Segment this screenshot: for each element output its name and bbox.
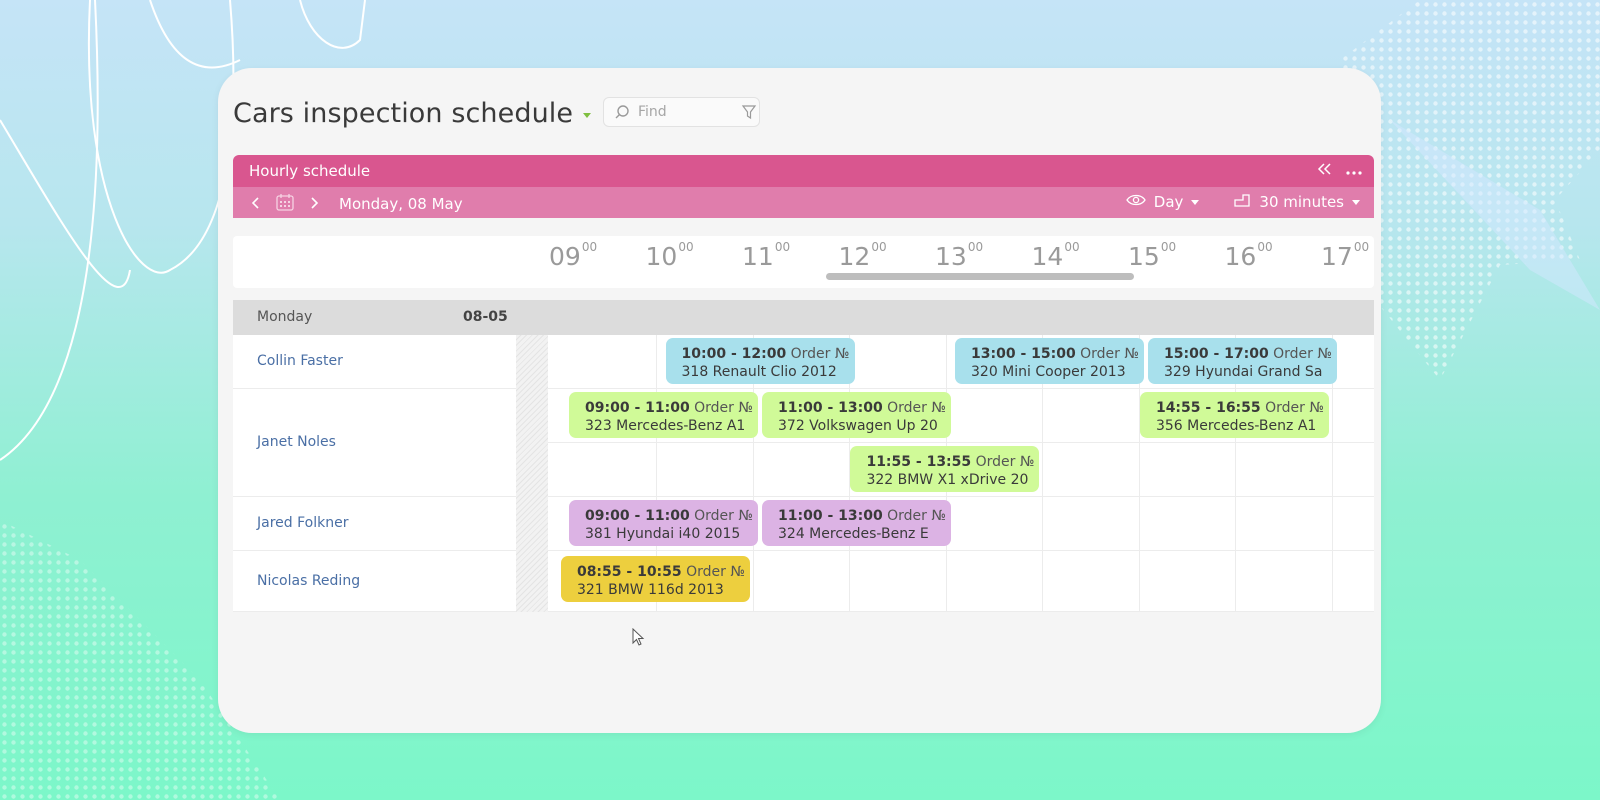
event-order-label: Order № [882,400,946,416]
hour-tick: 1400 [1031,240,1080,271]
mouse-cursor-icon [632,628,645,646]
event-time: 15:00 - 17:00 [1164,346,1269,362]
time-scale: 0900 1000 1100 1200 1300 1400 1500 1600 1700 [233,236,1374,288]
current-date[interactable]: Monday, 08 May [339,195,463,213]
event-detail: 322 BMW X1 xDrive 20 [866,472,1029,488]
collapse-icon[interactable] [1316,161,1332,180]
event-order-label: Order № [689,400,753,416]
event-detail: 318 Renault Clio 2012 [681,364,837,380]
event-detail: 320 Mini Cooper 2013 [971,364,1126,380]
booking-event[interactable]: 13:00 - 15:00 Order № 320 Mini Cooper 201… [955,338,1144,384]
next-date-icon[interactable] [309,195,319,214]
event-detail: 323 Mercedes-Benz A1 [585,418,746,434]
hour-tick: 1300 [935,240,984,271]
timeline-scrollbar[interactable] [826,273,1134,280]
event-time: 09:00 - 11:00 [585,508,690,524]
event-order-label: Order № [786,346,850,362]
booking-event[interactable]: 11:00 - 13:00 Order № 372 Volkswagen Up 2… [762,392,951,438]
booking-event[interactable]: 08:55 - 10:55 Order № 321 BMW 116d 2013 [560,556,750,602]
hour-tick: 1600 [1224,240,1273,271]
event-time: 14:55 - 16:55 [1155,400,1261,416]
hour-tick: 1000 [645,240,694,271]
booking-event[interactable]: 14:55 - 16:55 Order № 356 Mercedes-Benz A… [1139,392,1329,438]
event-time: 08:55 - 10:55 [576,564,682,580]
schedule-toolbar: Monday, 08 May Day 30 minutes [233,187,1374,218]
non-working-hours [516,335,548,612]
event-order-label: Order № [1260,400,1324,416]
grid-row-line [516,442,1374,443]
scheduler-card: Cars inspection schedule Hourly schedule [218,68,1381,733]
event-detail: 329 Hyundai Grand Sa [1164,364,1323,380]
search-input[interactable] [636,103,735,121]
grid-row-line [233,496,1374,497]
event-detail: 356 Mercedes-Benz A1 [1155,418,1317,434]
title-dropdown-icon[interactable] [583,113,592,118]
event-order-label: Order № [689,508,753,524]
resource-name[interactable]: Janet Noles [257,434,336,450]
resource-name[interactable]: Nicolas Reding [257,573,360,589]
event-time: 11:00 - 13:00 [778,400,883,416]
view-mode-select[interactable]: Day [1154,193,1184,211]
event-detail: 324 Mercedes-Benz E [778,526,929,542]
event-time: 11:00 - 13:00 [778,508,883,524]
event-order-label: Order № [681,564,745,580]
search-icon [614,104,630,120]
hour-tick: 0900 [549,240,598,271]
event-order-label: Order № [1075,346,1139,362]
booking-event[interactable]: 09:00 - 11:00 Order № 323 Mercedes-Benz A… [569,392,758,438]
interval-caret-icon[interactable] [1352,199,1360,205]
prev-date-icon[interactable] [251,195,261,214]
search-box [603,97,760,127]
view-mode-caret-icon[interactable] [1191,199,1200,205]
day-row: Monday 08-05 [233,300,1374,335]
hour-tick: 1500 [1128,240,1177,271]
booking-event[interactable]: 11:55 - 13:55 Order № 322 BMW X1 xDrive 2… [850,446,1040,492]
day-name: Monday [257,309,313,325]
grid-row-line [233,611,1374,612]
booking-event[interactable]: 11:00 - 13:00 Order № 324 Mercedes-Benz E [762,500,951,546]
resource-name[interactable]: Jared Folkner [257,515,348,531]
filter-icon[interactable] [741,104,757,120]
event-detail: 381 Hyundai i40 2015 [585,526,741,542]
event-time: 09:00 - 11:00 [585,400,690,416]
event-order-label: Order № [971,454,1035,470]
schedule-header: Hourly schedule [233,155,1374,187]
hour-tick: 1700 [1321,240,1370,271]
hour-tick: 1200 [838,240,887,271]
schedule-header-label: Hourly schedule [249,162,371,180]
booking-event[interactable]: 09:00 - 11:00 Order № 381 Hyundai i40 201… [569,500,758,546]
event-time: 11:55 - 13:55 [866,454,972,470]
event-detail: 321 BMW 116d 2013 [576,582,724,598]
event-detail: 372 Volkswagen Up 20 [778,418,938,434]
page-title: Cars inspection schedule [233,97,574,129]
event-time: 10:00 - 12:00 [681,346,787,362]
step-icon [1233,192,1251,212]
event-order-label: Order № [882,508,946,524]
grid-row-line [233,550,1374,551]
schedule-grid: Monday 08-05 Collin Faster Janet Noles Jar… [233,300,1374,612]
title-row: Cars inspection schedule [233,96,592,130]
grid-row-line [233,388,1374,389]
eye-icon [1126,193,1146,211]
more-options-icon[interactable] [1346,161,1362,180]
calendar-icon[interactable] [275,192,295,216]
booking-event[interactable]: 15:00 - 17:00 Order № 329 Hyundai Grand S… [1148,338,1337,384]
day-date: 08-05 [463,309,508,325]
resource-name[interactable]: Collin Faster [257,353,343,369]
hour-tick: 1100 [742,240,791,271]
interval-select[interactable]: 30 minutes [1259,193,1344,211]
event-time: 13:00 - 15:00 [971,346,1076,362]
booking-event[interactable]: 10:00 - 12:00 Order № 318 Renault Clio 20… [665,338,855,384]
event-order-label: Order № [1268,346,1332,362]
